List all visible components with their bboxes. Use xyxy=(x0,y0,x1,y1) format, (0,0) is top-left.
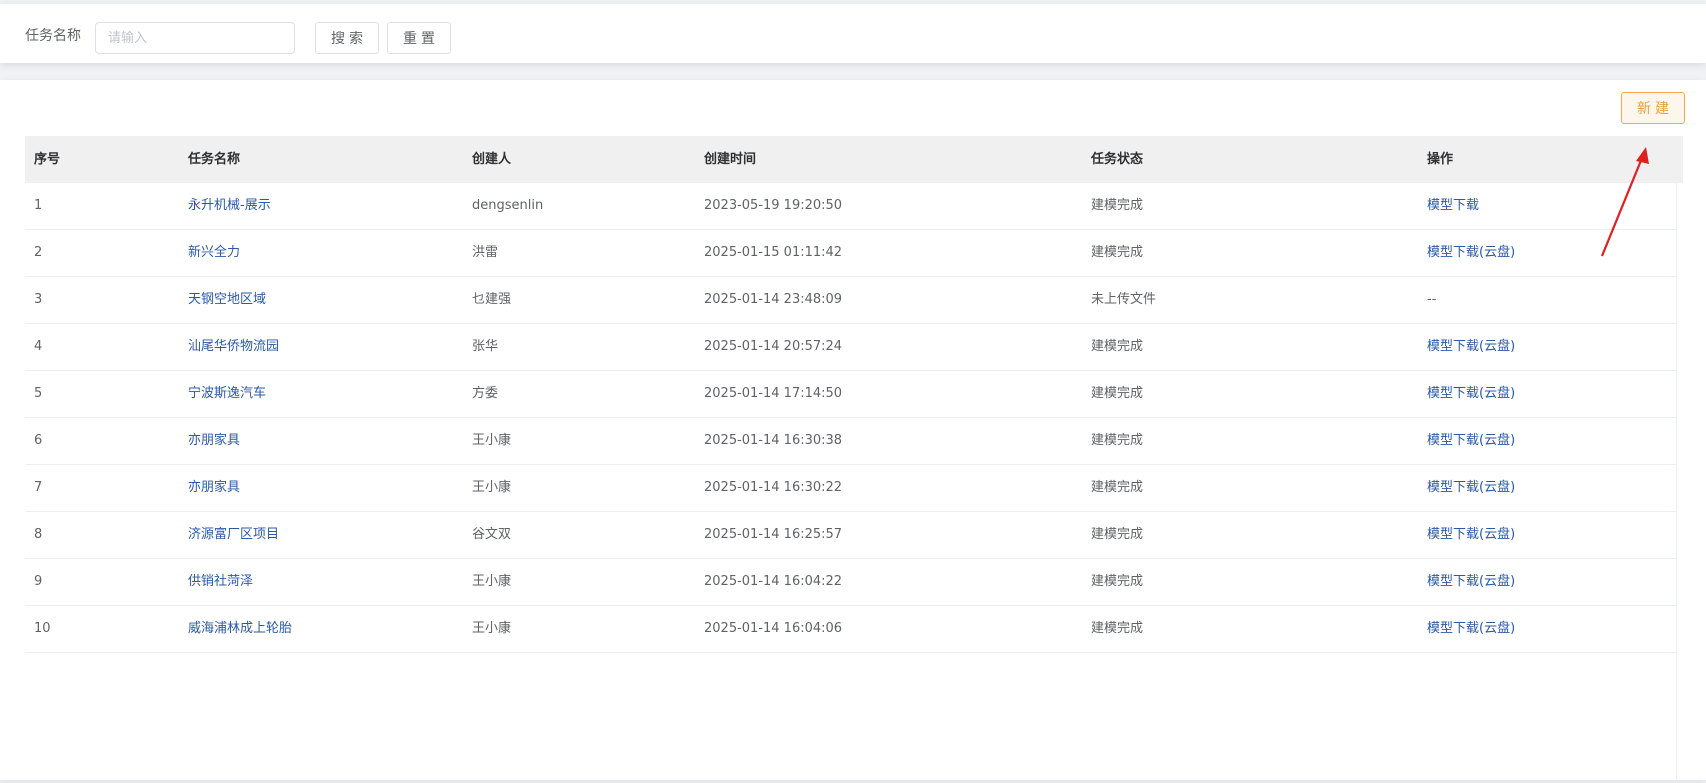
row-creator: 乜建强 xyxy=(472,292,512,307)
model-download-link[interactable]: 模型下载(云盘) xyxy=(1427,465,1515,511)
model-download-link[interactable]: 模型下载(云盘) xyxy=(1427,324,1515,370)
new-task-button[interactable]: 新建 xyxy=(1621,92,1685,124)
table-row: 1 永升机械-展示 dengsenlin 2023-05-19 19:20:50 建模完… xyxy=(25,183,1677,230)
table-row: 5 宁波斯逸汽车 方委 2025-01-14 17:14:50 建模完成 模型下载(云盘) xyxy=(25,371,1677,418)
row-index: 6 xyxy=(34,433,43,448)
model-download-link[interactable]: 模型下载(云盘) xyxy=(1427,606,1515,652)
row-created-time: 2025-01-14 16:30:38 xyxy=(704,433,843,448)
row-task-status: 建模完成 xyxy=(1091,433,1144,448)
header-creator: 创建人 xyxy=(472,152,512,167)
row-created-time: 2025-01-14 16:04:22 xyxy=(704,574,843,589)
table-row: 7 亦朋家具 王小康 2025-01-14 16:30:22 建模完成 模型下载(云盘) xyxy=(25,465,1677,512)
task-name-search-input[interactable] xyxy=(95,22,295,54)
row-creator: 王小康 xyxy=(472,433,512,448)
row-task-status: 建模完成 xyxy=(1091,527,1144,542)
row-creator: dengsenlin xyxy=(472,198,544,213)
reset-button[interactable]: 重置 xyxy=(387,22,451,54)
row-creator: 王小康 xyxy=(472,621,512,636)
row-task-status: 建模完成 xyxy=(1091,339,1144,354)
table-row: 6 亦朋家具 王小康 2025-01-14 16:30:38 建模完成 模型下载(云盘) xyxy=(25,418,1677,465)
row-index: 10 xyxy=(34,621,51,636)
model-download-link[interactable]: 模型下载(云盘) xyxy=(1427,512,1515,558)
row-creator: 王小康 xyxy=(472,480,512,495)
red-arrow-icon xyxy=(1600,147,1649,257)
row-creator: 谷文双 xyxy=(472,527,512,542)
row-task-status: 建模完成 xyxy=(1091,480,1144,495)
row-created-time: 2025-01-15 01:11:42 xyxy=(704,245,843,260)
header-operation: 操作 xyxy=(1427,152,1454,167)
row-creator: 方委 xyxy=(472,386,499,401)
row-index: 3 xyxy=(34,292,43,307)
table-row: 2 新兴全力 洪雷 2025-01-15 01:11:42 建模完成 模型下载(云盘) xyxy=(25,230,1677,277)
table-row: 8 济源富厂区项目 谷文双 2025-01-14 16:25:57 建模完成 模型下载(云… xyxy=(25,512,1677,559)
task-name-link[interactable]: 济源富厂区项目 xyxy=(188,512,279,558)
task-name-link[interactable]: 威海浦林成上轮胎 xyxy=(188,606,292,652)
task-name-link[interactable]: 宁波斯逸汽车 xyxy=(188,371,266,417)
row-task-status: 建模完成 xyxy=(1091,245,1144,260)
task-name-link[interactable]: 天钢空地区域 xyxy=(188,277,266,323)
task-table: 序号 任务名称 创建人 创建时间 任务状态 操作 1 永升机械-展示 dengsen… xyxy=(25,136,1683,653)
table-body: 1 永升机械-展示 dengsenlin 2023-05-19 19:20:50 建模完… xyxy=(25,183,1683,653)
header-created-time: 创建时间 xyxy=(704,152,757,167)
row-index: 9 xyxy=(34,574,43,589)
row-created-time: 2025-01-14 16:04:06 xyxy=(704,621,843,636)
table-row: 10 威海浦林成上轮胎 王小康 2025-01-14 16:04:06 建模完成 模型下载… xyxy=(25,606,1677,653)
task-name-link[interactable]: 亦朋家具 xyxy=(188,465,240,511)
row-index: 1 xyxy=(34,198,43,213)
row-task-status: 建模完成 xyxy=(1091,386,1144,401)
table-right-border xyxy=(1676,183,1677,783)
header-index: 序号 xyxy=(34,152,61,167)
model-download-link[interactable]: 模型下载(云盘) xyxy=(1427,559,1515,605)
row-index: 8 xyxy=(34,527,43,542)
row-task-status: 未上传文件 xyxy=(1091,292,1157,307)
row-index: 2 xyxy=(34,245,43,260)
table-row: 4 汕尾华侨物流园 张华 2025-01-14 20:57:24 建模完成 模型下载(云盘… xyxy=(25,324,1677,371)
row-created-time: 2025-01-14 17:14:50 xyxy=(704,386,843,401)
task-name-link[interactable]: 亦朋家具 xyxy=(188,418,240,464)
row-creator: 洪雷 xyxy=(472,245,499,260)
task-name-link[interactable]: 新兴全力 xyxy=(188,230,240,276)
task-name-link[interactable]: 永升机械-展示 xyxy=(188,183,271,229)
row-created-time: 2025-01-14 23:48:09 xyxy=(704,292,843,307)
row-created-time: 2025-01-14 20:57:24 xyxy=(704,339,843,354)
row-index: 4 xyxy=(34,339,43,354)
model-download-link[interactable]: 模型下载 xyxy=(1427,183,1479,229)
row-created-time: 2025-01-14 16:25:57 xyxy=(704,527,843,542)
task-name-link[interactable]: 供销社菏泽 xyxy=(188,559,253,605)
row-creator: 张华 xyxy=(472,339,499,354)
task-name-label: 任务名称 xyxy=(25,28,81,44)
row-creator: 王小康 xyxy=(472,574,512,589)
header-task-status: 任务状态 xyxy=(1091,152,1144,167)
table-header: 序号 任务名称 创建人 创建时间 任务状态 操作 xyxy=(25,136,1683,183)
task-name-link[interactable]: 汕尾华侨物流园 xyxy=(188,324,279,370)
header-task-name: 任务名称 xyxy=(188,152,241,167)
row-index: 7 xyxy=(34,480,43,495)
model-download-link[interactable]: 模型下载(云盘) xyxy=(1427,418,1515,464)
model-download-link: -- xyxy=(1427,292,1437,307)
row-index: 5 xyxy=(34,386,43,401)
table-row: 3 天钢空地区域 乜建强 2025-01-14 23:48:09 未上传文件 -- xyxy=(25,277,1677,324)
table-row: 9 供销社菏泽 王小康 2025-01-14 16:04:22 建模完成 模型下载(云盘) xyxy=(25,559,1677,606)
row-task-status: 建模完成 xyxy=(1091,198,1144,213)
row-created-time: 2023-05-19 19:20:50 xyxy=(704,198,843,213)
search-button[interactable]: 搜索 xyxy=(315,22,379,54)
row-task-status: 建模完成 xyxy=(1091,621,1144,636)
model-download-link[interactable]: 模型下载(云盘) xyxy=(1427,230,1515,276)
model-download-link[interactable]: 模型下载(云盘) xyxy=(1427,371,1515,417)
row-task-status: 建模完成 xyxy=(1091,574,1144,589)
search-bar: 任务名称 搜索 重置 xyxy=(0,4,1706,63)
row-created-time: 2025-01-14 16:30:22 xyxy=(704,480,843,495)
